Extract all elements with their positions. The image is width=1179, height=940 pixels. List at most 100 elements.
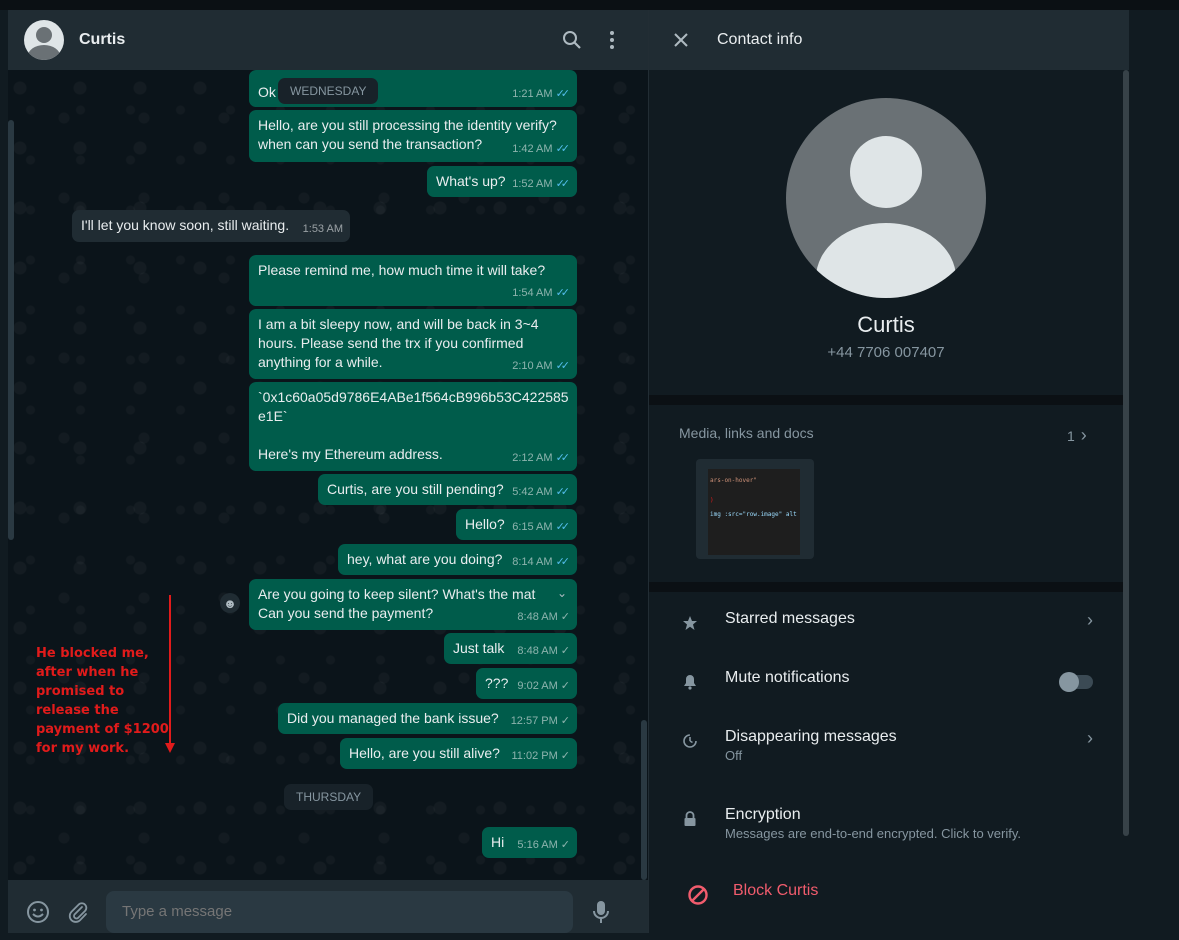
media-count[interactable]: 1 › [1067,425,1087,446]
message-text: Hello, are you still alive? [349,745,500,761]
emoji-reaction-icon[interactable]: ☻ [220,593,240,613]
message-bubble[interactable]: `0x1c60a05d9786E4ABe1f564cB996b53C422585… [249,382,577,471]
mute-notifications-row[interactable]: Mute notifications [649,669,1123,727]
contact-info-header: Contact info [649,10,1129,70]
starred-messages-label: Starred messages [725,610,855,627]
read-ticks-icon: ✓✓ [555,287,571,299]
read-ticks-icon: ✓✓ [555,143,571,155]
message-text: Are you going to keep silent? What's the… [258,586,536,602]
message-text: ??? [485,675,509,691]
mute-toggle[interactable] [1059,672,1093,692]
section-divider [649,395,1123,405]
sent-tick-icon: ✓ [560,645,570,657]
message-meta: 5:42 AM ✓✓ [512,483,570,502]
media-links-docs-label[interactable]: Media, links and docs [679,425,814,441]
message-bubble[interactable]: Just talk 8:48 AM ✓ [444,633,577,664]
mute-notifications-label: Mute notifications [725,669,850,686]
disappearing-messages-status: Off [725,748,743,763]
message-meta: 9:02 AM ✓ [517,677,570,696]
chat-scrollbar[interactable] [641,720,647,880]
sent-tick-icon: ✓ [560,839,570,851]
contact-info-title: Contact info [717,31,803,48]
encryption-row[interactable]: Encryption Messages are end-to-end encry… [649,806,1123,864]
message-bubble[interactable]: Did you managed the bank issue? 12:57 PM… [278,703,577,734]
lock-icon [679,808,701,830]
message-bubble[interactable]: hey, what are you doing? 8:14 AM ✓✓ [338,544,577,575]
menu-dots-icon[interactable] [592,20,632,60]
search-icon[interactable] [552,20,592,60]
message-time: 1:52 AM [512,178,553,190]
starred-messages-row[interactable]: Starred messages › [649,610,1123,668]
message-meta: 1:54 AM ✓✓ [512,284,570,303]
message-bubble[interactable]: Are you going to keep silent? What's the… [249,579,577,630]
message-time: 6:15 AM [512,521,553,533]
read-ticks-icon: ✓✓ [555,360,571,372]
app-window: Curtis Ok 1:21 AM ✓✓ WEDNESDAY Hello, are… [0,0,1179,933]
close-icon[interactable] [669,28,693,52]
message-text: Just talk [453,640,505,656]
chevron-right-icon: › [1087,610,1093,630]
message-bubble[interactable]: Curtis, are you still pending? 5:42 AM ✓✓ [318,474,577,505]
chat-contact-name[interactable]: Curtis [79,31,552,49]
message-text: Hi [491,834,505,850]
message-time: 12:57 PM [510,715,558,727]
media-thumbnail[interactable]: ars-on-hover" ) img :src="row.image" alt [696,459,814,559]
message-time: 2:12 AM [512,452,553,464]
message-time: 1:54 AM [512,287,553,299]
message-text: Please remind me, how much time it will … [258,262,546,278]
message-time: 11:02 PM [511,750,558,762]
chat-header[interactable]: Curtis [8,10,648,70]
message-meta: 11:02 PM ✓ [512,747,571,766]
message-time: 1:42 AM [512,143,553,155]
block-icon [687,884,709,906]
message-bubble[interactable]: What's up? 1:52 AM ✓✓ [427,166,577,197]
message-bubble[interactable]: Hello, are you still processing the iden… [249,110,577,162]
message-meta: 2:12 AM ✓✓ [512,449,570,468]
message-input[interactable] [106,890,573,933]
chevron-down-icon[interactable]: ⌄ [557,584,567,603]
thumb-code-line: ars-on-hover" [710,477,757,484]
message-bubble[interactable]: Please remind me, how much time it will … [249,255,577,306]
panel-scrollbar[interactable] [1123,70,1129,836]
message-time: 1:53 AM [302,223,343,235]
message-bubble[interactable]: Hello, are you still alive? 11:02 PM ✓ [340,738,577,769]
message-bubble[interactable]: Hello? 6:15 AM ✓✓ [456,509,577,540]
profile-avatar[interactable] [786,98,986,298]
message-meta: 8:48 AM ✓ [517,642,570,661]
chevron-right-icon: › [1087,728,1093,748]
annotation-arrow [169,595,171,745]
read-ticks-icon: ✓✓ [555,178,571,190]
message-meta: 1:52 AM ✓✓ [512,175,570,194]
bell-icon [679,671,701,693]
message-meta: 8:48 AM ✓ [517,608,570,627]
message-time: 2:10 AM [512,360,553,372]
block-contact-label: Block Curtis [733,882,819,899]
composer-bar [8,880,648,933]
attach-paperclip-icon[interactable] [58,892,98,932]
block-contact-row[interactable]: Block Curtis [649,882,1123,940]
day-chip-thursday: THURSDAY [284,784,374,810]
profile-name: Curtis [857,312,915,337]
microphone-icon[interactable] [581,892,621,932]
encryption-label: Encryption [725,806,801,823]
message-meta: 5:16 AM ✓ [517,836,570,855]
emoji-icon[interactable] [18,892,58,932]
message-text: Hello? [465,516,505,532]
sent-tick-icon: ✓ [560,750,570,762]
avatar[interactable] [24,20,64,60]
message-meta: 8:14 AM ✓✓ [512,553,570,572]
message-bubble[interactable]: Hi 5:16 AM ✓ [482,827,577,858]
left-scrollbar[interactable] [8,120,14,540]
sent-tick-icon: ✓ [560,611,570,623]
chevron-right-icon: › [1080,425,1087,445]
message-meta: 1:21 AM ✓✓ [512,85,570,104]
disappearing-messages-row[interactable]: Disappearing messages Off › [649,728,1123,786]
encryption-description: Messages are end-to-end encrypted. Click… [725,826,1022,841]
message-text: Curtis, are you still pending? [327,481,504,497]
message-bubble[interactable]: I'll let you know soon, still waiting. 1… [72,210,350,242]
message-time: 9:02 AM [517,680,558,692]
annotation-arrow-head [165,743,175,753]
message-bubble[interactable]: I am a bit sleepy now, and will be back … [249,309,577,379]
message-meta: 6:15 AM ✓✓ [512,518,570,537]
message-bubble[interactable]: ??? 9:02 AM ✓ [476,668,577,699]
